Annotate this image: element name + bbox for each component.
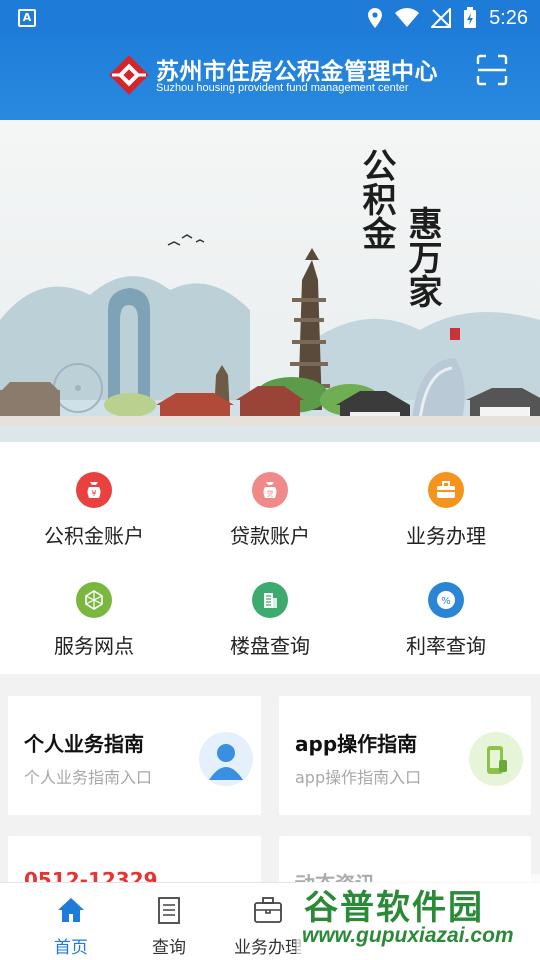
home-icon <box>58 898 84 922</box>
menu-label: 贷款账户 <box>230 524 310 548</box>
menu-item-business[interactable]: 业务办理 <box>356 468 536 578</box>
app-guide-card[interactable]: app操作指南 app操作指南入口 <box>279 696 531 815</box>
header-title: 苏州市住房公积金管理中心 <box>156 59 438 85</box>
promo-banner[interactable]: 公积金 惠万家 <box>0 120 540 442</box>
status-bar: A 5:26 <box>0 0 540 36</box>
building-icon <box>252 582 288 618</box>
fund-center-logo <box>109 55 149 95</box>
menu-label: 利率查询 <box>406 634 486 658</box>
header-subtitle: Suzhou housing provident fund management… <box>156 82 409 94</box>
status-time: 5:26 <box>489 6 528 29</box>
wifi-icon <box>395 8 420 27</box>
svg-text:%: % <box>441 596 451 607</box>
card-title: app操作指南 <box>295 732 418 756</box>
yuan-bag-icon: ¥ <box>76 472 112 508</box>
banner-calligraphy-left: 公积金 <box>356 148 396 250</box>
menu-item-property-search[interactable]: 楼盘查询 <box>180 578 360 688</box>
document-icon <box>158 897 180 924</box>
personal-guide-card[interactable]: 个人业务指南 个人业务指南入口 <box>8 696 261 815</box>
svg-text:贷: 贷 <box>267 489 274 498</box>
watermark-title: 谷普软件园 <box>304 888 484 928</box>
percent-icon: % <box>428 582 464 618</box>
nav-label: 查询 <box>152 938 186 958</box>
menu-label: 公积金账户 <box>44 524 144 548</box>
svg-text:¥: ¥ <box>91 489 96 498</box>
card-subtitle: 个人业务指南入口 <box>24 768 153 787</box>
menu-item-loan-account[interactable]: 贷 贷款账户 <box>180 468 360 578</box>
menu-item-rate-search[interactable]: % 利率查询 <box>356 578 536 688</box>
phone-icon <box>469 732 523 786</box>
app-notification-icon: A <box>18 9 36 27</box>
menu-label: 楼盘查询 <box>230 634 310 658</box>
scan-qr-icon[interactable] <box>476 54 508 86</box>
briefcase-icon <box>254 897 282 923</box>
status-icons: 5:26 <box>367 6 528 30</box>
app-header: 苏州市住房公积金管理中心 Suzhou housing provident fu… <box>0 36 540 132</box>
location-icon <box>368 8 383 28</box>
cityscape-illustration <box>0 234 540 442</box>
briefcase-icon <box>428 472 464 508</box>
menu-item-fund-account[interactable]: ¥ 公积金账户 <box>4 468 184 578</box>
card-title: 个人业务指南 <box>24 732 144 756</box>
menu-label: 业务办理 <box>406 524 486 548</box>
nav-label: 首页 <box>54 938 88 958</box>
menu-label: 服务网点 <box>54 634 134 658</box>
watermark: 谷普软件园 www.gupuxiazai.com <box>296 874 540 960</box>
watermark-url: www.gupuxiazai.com <box>302 924 514 947</box>
loan-icon: 贷 <box>252 472 288 508</box>
tab-home[interactable]: 首页 <box>22 883 120 960</box>
network-icon <box>76 582 112 618</box>
person-icon <box>199 732 253 786</box>
signal-off-icon <box>431 8 452 28</box>
function-menu: ¥ 公积金账户 贷 贷款账户 业务办理 服务网点 楼盘查询 % 利率查询 <box>0 442 540 674</box>
card-subtitle: app操作指南入口 <box>295 768 422 787</box>
battery-charging-icon <box>464 7 477 28</box>
banner-calligraphy-right: 惠万家 <box>402 206 442 308</box>
tab-query[interactable]: 查询 <box>120 883 218 960</box>
menu-item-service-outlets[interactable]: 服务网点 <box>4 578 184 688</box>
